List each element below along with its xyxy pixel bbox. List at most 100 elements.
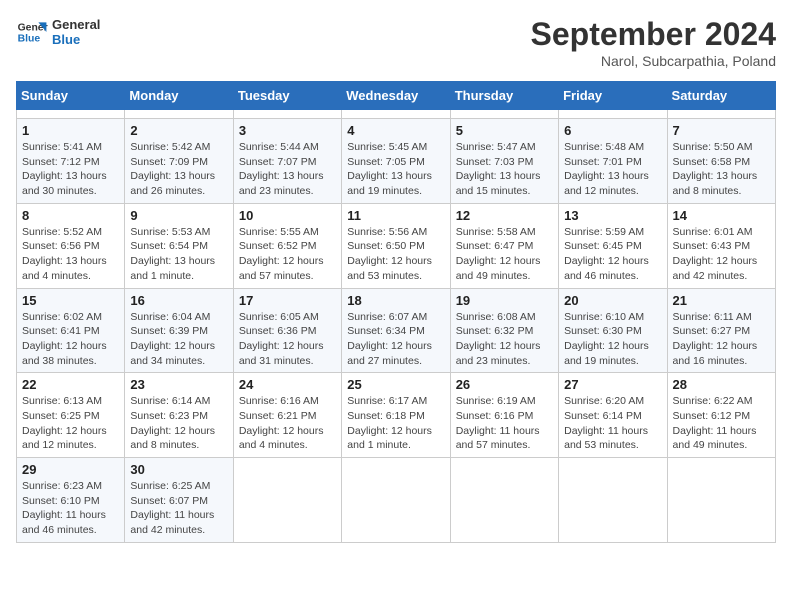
day-number: 1 [22, 123, 119, 138]
calendar-cell: 18 Sunrise: 6:07 AM Sunset: 6:34 PM Dayli… [342, 288, 450, 373]
day-number: 28 [673, 377, 770, 392]
calendar-cell: 1 Sunrise: 5:41 AM Sunset: 7:12 PM Daylig… [17, 119, 125, 204]
calendar-cell: 22 Sunrise: 6:13 AM Sunset: 6:25 PM Dayli… [17, 373, 125, 458]
calendar-cell: 13 Sunrise: 5:59 AM Sunset: 6:45 PM Dayli… [559, 203, 667, 288]
day-info: Sunrise: 6:01 AM Sunset: 6:43 PM Dayligh… [673, 225, 770, 284]
day-info: Sunrise: 6:14 AM Sunset: 6:23 PM Dayligh… [130, 394, 227, 453]
calendar-cell: 30Sunrise: 6:25 AM Sunset: 6:07 PM Dayli… [125, 458, 233, 543]
header-sunday: Sunday [17, 82, 125, 110]
day-info: Sunrise: 6:02 AM Sunset: 6:41 PM Dayligh… [22, 310, 119, 369]
day-info: Sunrise: 5:58 AM Sunset: 6:47 PM Dayligh… [456, 225, 553, 284]
calendar-cell: 21 Sunrise: 6:11 AM Sunset: 6:27 PM Dayli… [667, 288, 775, 373]
day-number: 3 [239, 123, 336, 138]
day-info: Sunrise: 6:08 AM Sunset: 6:32 PM Dayligh… [456, 310, 553, 369]
calendar-cell: 23 Sunrise: 6:14 AM Sunset: 6:23 PM Dayli… [125, 373, 233, 458]
calendar-cell: 25Sunrise: 6:17 AM Sunset: 6:18 PM Dayli… [342, 373, 450, 458]
day-info: Sunrise: 5:48 AM Sunset: 7:01 PM Dayligh… [564, 140, 661, 199]
day-info: Sunrise: 6:04 AM Sunset: 6:39 PM Dayligh… [130, 310, 227, 369]
day-number: 11 [347, 208, 444, 223]
day-number: 20 [564, 293, 661, 308]
day-number: 26 [456, 377, 553, 392]
calendar-cell [559, 110, 667, 119]
day-number: 6 [564, 123, 661, 138]
day-number: 15 [22, 293, 119, 308]
calendar-cell: 17Sunrise: 6:05 AM Sunset: 6:36 PM Dayli… [233, 288, 341, 373]
calendar-cell: 15 Sunrise: 6:02 AM Sunset: 6:41 PM Dayli… [17, 288, 125, 373]
day-info: Sunrise: 6:16 AM Sunset: 6:21 PM Dayligh… [239, 394, 336, 453]
day-number: 19 [456, 293, 553, 308]
day-number: 27 [564, 377, 661, 392]
logo-line2: Blue [52, 32, 100, 47]
calendar-cell: 26 Sunrise: 6:19 AM Sunset: 6:16 PM Dayli… [450, 373, 558, 458]
calendar-cell [17, 110, 125, 119]
calendar-cell: 7Sunrise: 5:50 AM Sunset: 6:58 PM Daylig… [667, 119, 775, 204]
day-info: Sunrise: 5:42 AM Sunset: 7:09 PM Dayligh… [130, 140, 227, 199]
day-info: Sunrise: 6:20 AM Sunset: 6:14 PM Dayligh… [564, 394, 661, 453]
calendar-cell [233, 110, 341, 119]
calendar-header-row: SundayMondayTuesdayWednesdayThursdayFrid… [17, 82, 776, 110]
day-number: 4 [347, 123, 444, 138]
day-info: Sunrise: 5:47 AM Sunset: 7:03 PM Dayligh… [456, 140, 553, 199]
day-number: 18 [347, 293, 444, 308]
day-info: Sunrise: 5:55 AM Sunset: 6:52 PM Dayligh… [239, 225, 336, 284]
day-number: 13 [564, 208, 661, 223]
calendar-cell [342, 458, 450, 543]
day-info: Sunrise: 6:23 AM Sunset: 6:10 PM Dayligh… [22, 479, 119, 538]
calendar-week-row: 1 Sunrise: 5:41 AM Sunset: 7:12 PM Daylig… [17, 119, 776, 204]
calendar-cell: 12 Sunrise: 5:58 AM Sunset: 6:47 PM Dayli… [450, 203, 558, 288]
header: General Blue General Blue September 2024… [16, 16, 776, 69]
calendar-cell [342, 110, 450, 119]
calendar-cell [667, 458, 775, 543]
calendar-cell: 20 Sunrise: 6:10 AM Sunset: 6:30 PM Dayli… [559, 288, 667, 373]
calendar-cell: 10 Sunrise: 5:55 AM Sunset: 6:52 PM Dayli… [233, 203, 341, 288]
calendar-cell: 2 Sunrise: 5:42 AM Sunset: 7:09 PM Daylig… [125, 119, 233, 204]
calendar-cell: 19 Sunrise: 6:08 AM Sunset: 6:32 PM Dayli… [450, 288, 558, 373]
calendar-cell: 8Sunrise: 5:52 AM Sunset: 6:56 PM Daylig… [17, 203, 125, 288]
calendar-cell: 4 Sunrise: 5:45 AM Sunset: 7:05 PM Daylig… [342, 119, 450, 204]
calendar-cell: 28 Sunrise: 6:22 AM Sunset: 6:12 PM Dayli… [667, 373, 775, 458]
header-monday: Monday [125, 82, 233, 110]
day-info: Sunrise: 6:13 AM Sunset: 6:25 PM Dayligh… [22, 394, 119, 453]
day-info: Sunrise: 5:59 AM Sunset: 6:45 PM Dayligh… [564, 225, 661, 284]
day-number: 22 [22, 377, 119, 392]
header-tuesday: Tuesday [233, 82, 341, 110]
calendar-cell [450, 110, 558, 119]
svg-text:Blue: Blue [18, 34, 41, 45]
day-number: 9 [130, 208, 227, 223]
day-info: Sunrise: 6:07 AM Sunset: 6:34 PM Dayligh… [347, 310, 444, 369]
calendar-cell: 6 Sunrise: 5:48 AM Sunset: 7:01 PM Daylig… [559, 119, 667, 204]
day-number: 21 [673, 293, 770, 308]
day-info: Sunrise: 5:44 AM Sunset: 7:07 PM Dayligh… [239, 140, 336, 199]
day-number: 8 [22, 208, 119, 223]
day-number: 7 [673, 123, 770, 138]
day-info: Sunrise: 6:22 AM Sunset: 6:12 PM Dayligh… [673, 394, 770, 453]
header-saturday: Saturday [667, 82, 775, 110]
day-info: Sunrise: 6:11 AM Sunset: 6:27 PM Dayligh… [673, 310, 770, 369]
logo-line1: General [52, 17, 100, 32]
day-number: 29 [22, 462, 119, 477]
calendar-cell [559, 458, 667, 543]
calendar-cell [667, 110, 775, 119]
day-info: Sunrise: 5:45 AM Sunset: 7:05 PM Dayligh… [347, 140, 444, 199]
day-info: Sunrise: 5:41 AM Sunset: 7:12 PM Dayligh… [22, 140, 119, 199]
header-thursday: Thursday [450, 82, 558, 110]
day-number: 14 [673, 208, 770, 223]
logo-icon: General Blue [16, 16, 48, 48]
day-number: 5 [456, 123, 553, 138]
calendar-cell: 5 Sunrise: 5:47 AM Sunset: 7:03 PM Daylig… [450, 119, 558, 204]
day-number: 2 [130, 123, 227, 138]
calendar-week-row [17, 110, 776, 119]
calendar-cell: 11Sunrise: 5:56 AM Sunset: 6:50 PM Dayli… [342, 203, 450, 288]
calendar-week-row: 22 Sunrise: 6:13 AM Sunset: 6:25 PM Dayli… [17, 373, 776, 458]
calendar-cell [233, 458, 341, 543]
header-wednesday: Wednesday [342, 82, 450, 110]
day-info: Sunrise: 6:25 AM Sunset: 6:07 PM Dayligh… [130, 479, 227, 538]
logo: General Blue General Blue [16, 16, 100, 48]
day-number: 23 [130, 377, 227, 392]
month-title: September 2024 [531, 16, 776, 53]
day-info: Sunrise: 6:10 AM Sunset: 6:30 PM Dayligh… [564, 310, 661, 369]
day-number: 12 [456, 208, 553, 223]
calendar-cell: 29 Sunrise: 6:23 AM Sunset: 6:10 PM Dayli… [17, 458, 125, 543]
day-number: 10 [239, 208, 336, 223]
day-info: Sunrise: 6:19 AM Sunset: 6:16 PM Dayligh… [456, 394, 553, 453]
